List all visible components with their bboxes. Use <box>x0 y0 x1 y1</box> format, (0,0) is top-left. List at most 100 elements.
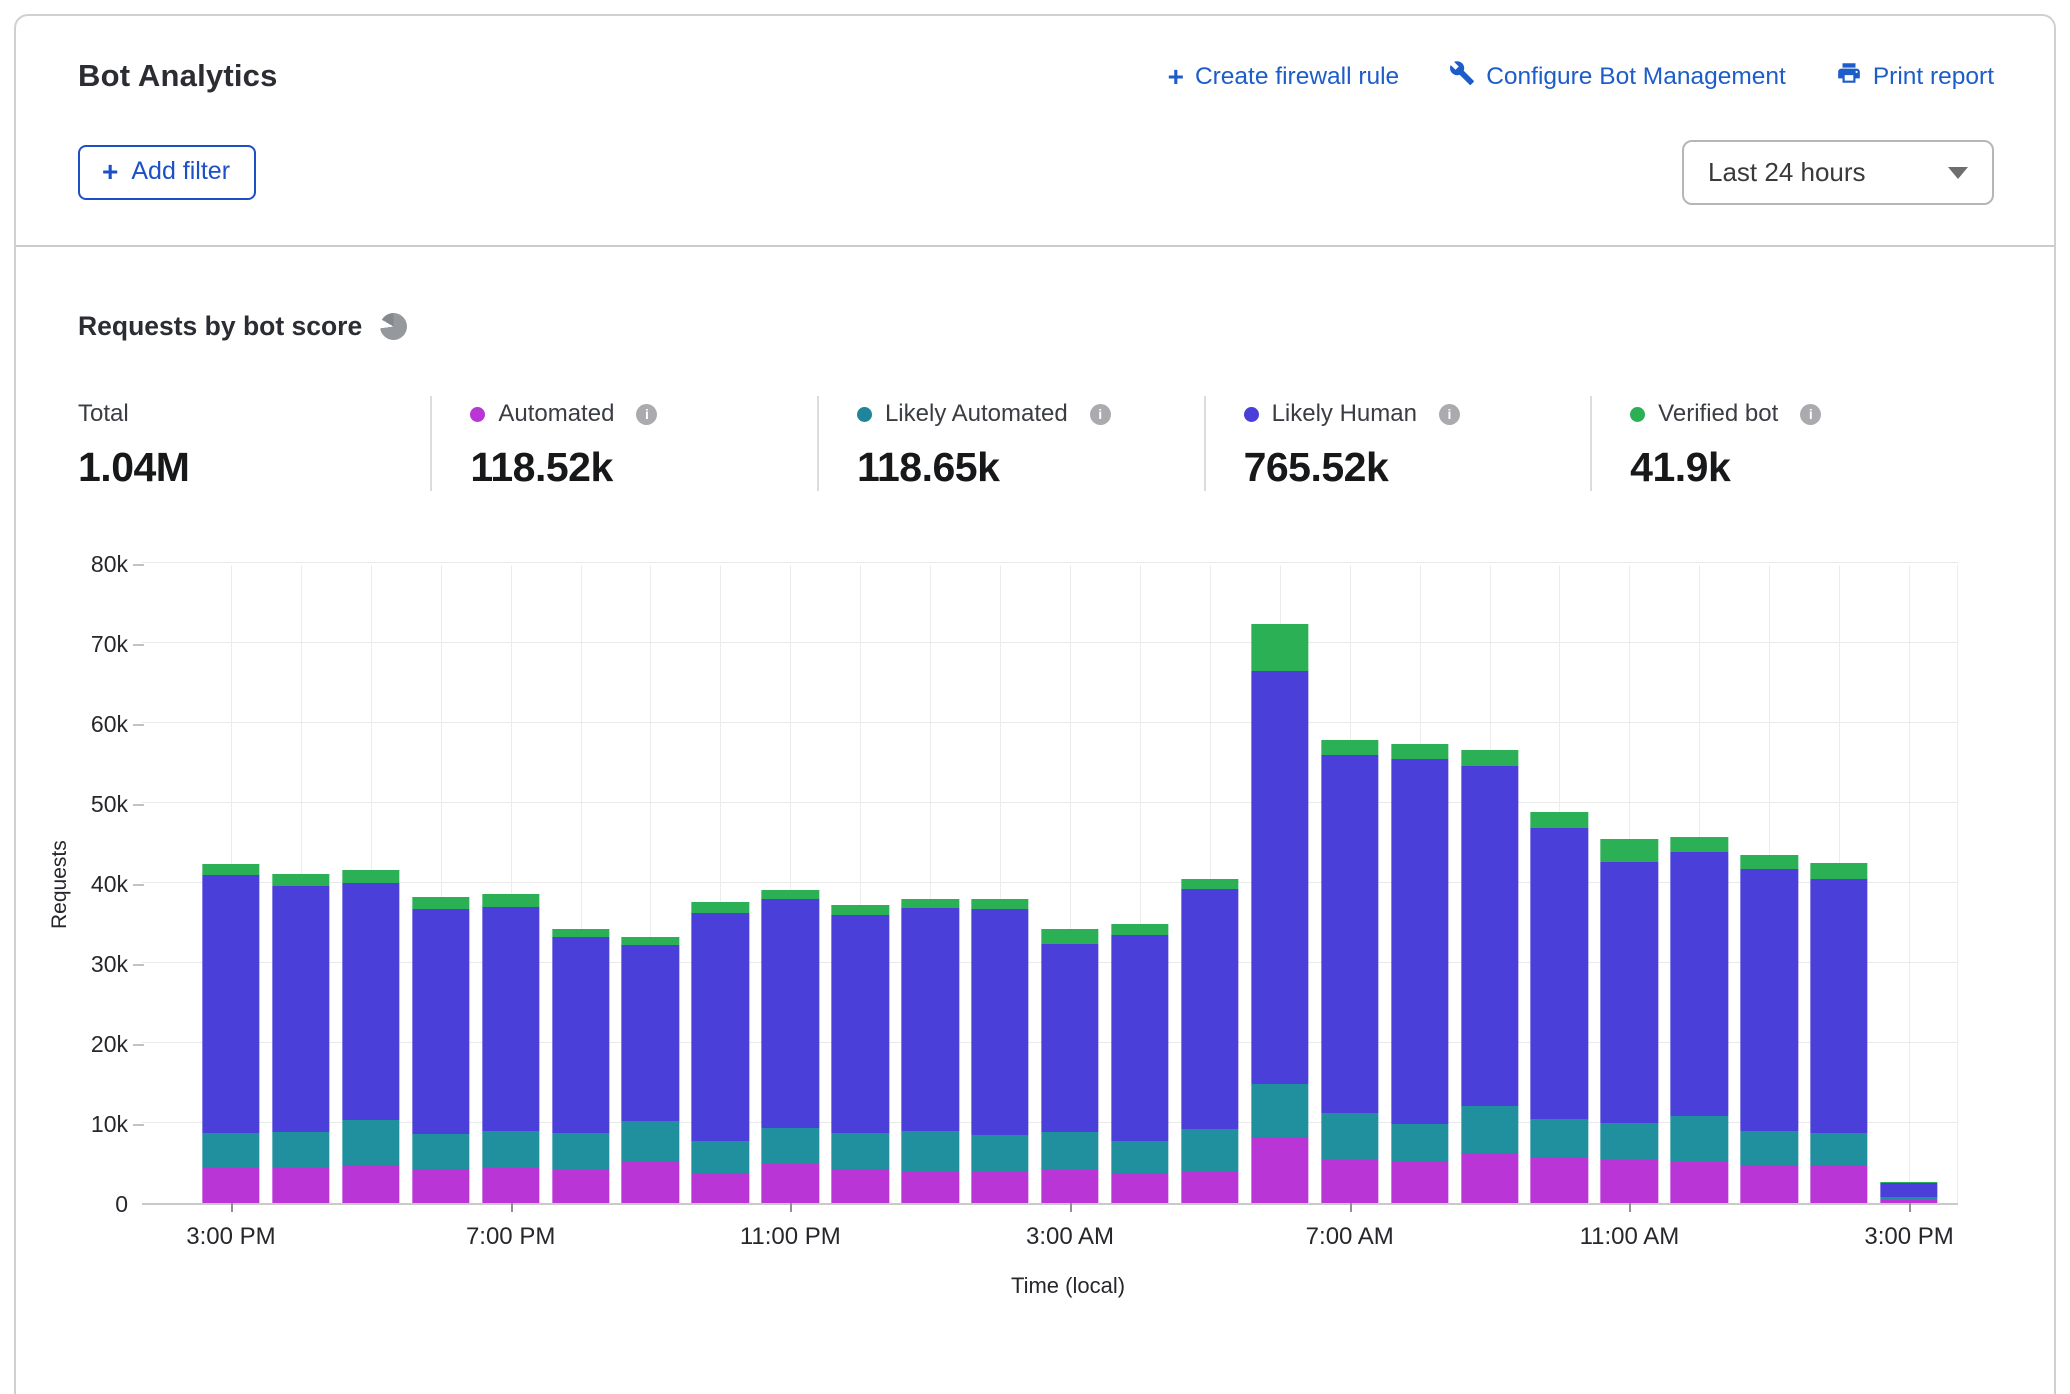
bar-segment-likely-automated[interactable] <box>762 1128 819 1164</box>
bar-segment-likely-automated[interactable] <box>1391 1124 1448 1162</box>
info-icon[interactable]: i <box>636 404 657 425</box>
bar-segment-verified-bot[interactable] <box>832 905 889 915</box>
bar-segment-verified-bot[interactable] <box>1531 812 1588 828</box>
bar-segment-likely-human[interactable] <box>412 909 469 1135</box>
bar-segment-automated[interactable] <box>1391 1161 1448 1203</box>
bar-segment-verified-bot[interactable] <box>1251 624 1308 671</box>
bar-segment-likely-human[interactable] <box>1391 759 1448 1124</box>
bar-segment-automated[interactable] <box>1601 1160 1658 1203</box>
bar-segment-likely-automated[interactable] <box>412 1134 469 1169</box>
bar-segment-likely-automated[interactable] <box>971 1135 1028 1171</box>
bar-segment-likely-automated[interactable] <box>1461 1106 1518 1153</box>
bar-segment-automated[interactable] <box>692 1173 749 1203</box>
stacked-bar[interactable] <box>762 890 819 1203</box>
configure-bot-management-link[interactable]: Configure Bot Management <box>1449 60 1786 93</box>
stacked-bar[interactable] <box>1391 744 1448 1203</box>
stat-verified-bot[interactable]: Verified bot i 41.9k <box>1590 396 1994 491</box>
bar-segment-verified-bot[interactable] <box>1671 837 1728 851</box>
bar-segment-likely-human[interactable] <box>1041 944 1098 1132</box>
bar-segment-verified-bot[interactable] <box>342 870 399 883</box>
bar-segment-likely-automated[interactable] <box>1111 1141 1168 1173</box>
bar-segment-likely-automated[interactable] <box>1321 1113 1378 1160</box>
stacked-bar[interactable] <box>552 929 609 1203</box>
bar-segment-likely-human[interactable] <box>1601 862 1658 1123</box>
bar-segment-likely-automated[interactable] <box>1810 1133 1867 1166</box>
bar-segment-verified-bot[interactable] <box>1810 863 1867 879</box>
bar-segment-likely-human[interactable] <box>1741 869 1798 1131</box>
stacked-bar[interactable] <box>1181 879 1238 1203</box>
stacked-bar[interactable] <box>692 902 749 1203</box>
bar-segment-likely-automated[interactable] <box>1181 1129 1238 1171</box>
bar-segment-likely-automated[interactable] <box>272 1132 329 1168</box>
bar-segment-likely-human[interactable] <box>832 915 889 1133</box>
bar-segment-automated[interactable] <box>832 1169 889 1203</box>
stat-likely-automated[interactable]: Likely Automated i 118.65k <box>817 396 1204 491</box>
create-firewall-rule-link[interactable]: + Create firewall rule <box>1168 60 1400 93</box>
bar-segment-verified-bot[interactable] <box>971 899 1028 909</box>
bar-segment-likely-automated[interactable] <box>902 1131 959 1172</box>
stacked-bar[interactable] <box>1810 863 1867 1203</box>
bar-segment-verified-bot[interactable] <box>412 897 469 909</box>
bar-segment-likely-human[interactable] <box>1251 671 1308 1084</box>
bar-segment-automated[interactable] <box>622 1161 679 1203</box>
stacked-bar[interactable] <box>202 864 259 1203</box>
info-icon[interactable]: i <box>1439 404 1460 425</box>
bar-segment-likely-human[interactable] <box>692 913 749 1142</box>
print-report-link[interactable]: Print report <box>1836 60 1994 93</box>
bar-segment-verified-bot[interactable] <box>1321 740 1378 755</box>
bar-segment-verified-bot[interactable] <box>692 902 749 912</box>
stacked-bar[interactable] <box>622 937 679 1203</box>
stacked-bar[interactable] <box>1741 855 1798 1203</box>
stacked-bar[interactable] <box>1461 750 1518 1203</box>
stat-likely-human[interactable]: Likely Human i 765.52k <box>1204 396 1591 491</box>
bar-segment-likely-automated[interactable] <box>1251 1084 1308 1138</box>
bar-segment-likely-human[interactable] <box>1531 828 1588 1119</box>
add-filter-button[interactable]: + Add filter <box>78 145 256 200</box>
bar-segment-likely-automated[interactable] <box>692 1141 749 1173</box>
bar-segment-likely-automated[interactable] <box>1671 1116 1728 1162</box>
bar-segment-likely-human[interactable] <box>552 937 609 1132</box>
stacked-bar[interactable] <box>1321 740 1378 1203</box>
bar-segment-automated[interactable] <box>482 1167 539 1203</box>
bar-segment-likely-human[interactable] <box>762 899 819 1128</box>
bar-segment-likely-human[interactable] <box>482 907 539 1131</box>
bar-segment-automated[interactable] <box>412 1169 469 1203</box>
bar-segment-likely-automated[interactable] <box>202 1133 259 1168</box>
bar-segment-likely-human[interactable] <box>1880 1183 1937 1197</box>
bar-segment-automated[interactable] <box>902 1172 959 1203</box>
bar-segment-automated[interactable] <box>1741 1165 1798 1203</box>
bar-segment-verified-bot[interactable] <box>202 864 259 875</box>
bar-segment-verified-bot[interactable] <box>482 894 539 907</box>
bar-segment-automated[interactable] <box>971 1171 1028 1203</box>
stacked-bar[interactable] <box>902 899 959 1203</box>
bar-segment-automated[interactable] <box>342 1165 399 1203</box>
bar-segment-automated[interactable] <box>1461 1153 1518 1203</box>
info-icon[interactable]: i <box>1800 404 1821 425</box>
bar-segment-likely-human[interactable] <box>971 909 1028 1135</box>
bar-segment-likely-human[interactable] <box>272 886 329 1132</box>
bar-segment-automated[interactable] <box>1181 1171 1238 1203</box>
bar-segment-automated[interactable] <box>1671 1162 1728 1203</box>
bar-segment-likely-human[interactable] <box>1181 889 1238 1130</box>
stacked-bar[interactable] <box>1251 624 1308 1203</box>
bar-segment-automated[interactable] <box>1111 1173 1168 1203</box>
bar-segment-likely-automated[interactable] <box>1531 1119 1588 1158</box>
bar-segment-likely-human[interactable] <box>622 945 679 1122</box>
bar-segment-likely-automated[interactable] <box>1741 1131 1798 1165</box>
bar-segment-likely-human[interactable] <box>1671 852 1728 1116</box>
stacked-bar[interactable] <box>1880 1182 1937 1203</box>
bar-segment-likely-automated[interactable] <box>342 1120 399 1166</box>
bar-segment-verified-bot[interactable] <box>1181 879 1238 889</box>
bar-segment-automated[interactable] <box>1880 1200 1937 1203</box>
stacked-bar[interactable] <box>1041 929 1098 1203</box>
bar-segment-likely-human[interactable] <box>1461 766 1518 1106</box>
bar-segment-verified-bot[interactable] <box>762 890 819 899</box>
bar-segment-likely-automated[interactable] <box>552 1133 609 1171</box>
bar-segment-verified-bot[interactable] <box>1111 924 1168 935</box>
bar-segment-likely-automated[interactable] <box>622 1121 679 1161</box>
stacked-bar[interactable] <box>482 894 539 1203</box>
time-range-select[interactable]: Last 24 hours <box>1682 140 1994 205</box>
bar-segment-automated[interactable] <box>272 1168 329 1203</box>
bar-segment-likely-human[interactable] <box>1321 755 1378 1113</box>
bar-segment-likely-human[interactable] <box>1810 879 1867 1133</box>
